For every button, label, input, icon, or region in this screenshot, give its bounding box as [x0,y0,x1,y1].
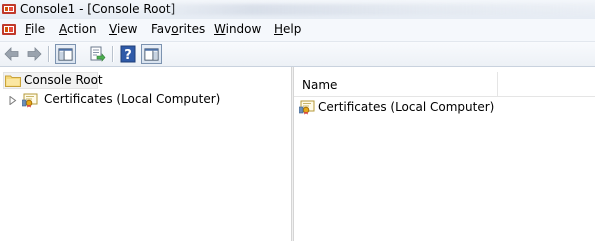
toolbar-separator [112,46,114,62]
svg-text:?: ? [124,48,132,63]
title-bar: Console1 - [Console Root] [0,0,595,20]
list-item[interactable]: Certificates (Local Computer) [299,99,559,116]
menu-window[interactable]: Window [214,22,261,36]
list-column-header: Name [294,72,595,97]
expand-arrow-icon[interactable] [9,96,17,105]
column-divider[interactable] [497,72,498,96]
tree-item-console-root[interactable]: Console Root [3,72,103,89]
show-hide-action-pane-icon [144,48,159,61]
back-icon[interactable] [3,45,21,63]
blurred-title-region [168,4,595,15]
menu-favorites[interactable]: Favorites [151,22,205,36]
certificate-icon [299,100,315,115]
tree-item-label: Console Root [24,73,103,87]
tree-item-label: Certificates (Local Computer) [44,92,221,106]
system-menu-icon[interactable] [2,23,16,36]
console-tree-pane: Console Root Certificates (Local Compute… [0,67,291,241]
forward-icon[interactable] [25,45,43,63]
tree-item-certificates[interactable]: Certificates (Local Computer) [8,92,268,109]
menu-file[interactable]: File [25,22,45,36]
mmc-console-icon [2,4,16,14]
menu-help[interactable]: Help [274,22,301,36]
export-list-icon[interactable] [88,45,106,63]
show-hide-action-pane-button[interactable] [141,44,162,64]
column-header-name[interactable]: Name [302,78,337,92]
window-title: Console1 - [Console Root] [20,2,176,16]
toolbar: ? [0,42,595,67]
results-pane: Name Certificates (Local Computer) [294,67,595,241]
folder-icon [5,75,21,87]
menu-action[interactable]: Action [59,22,97,36]
toolbar-separator [48,46,50,62]
menu-view[interactable]: View [109,22,137,36]
menu-bar: File Action View Favorites Window Help [0,19,595,42]
show-hide-console-tree-icon [58,48,73,61]
show-hide-console-tree-button[interactable] [55,44,76,64]
help-icon[interactable]: ? [119,45,137,63]
list-item-label: Certificates (Local Computer) [318,100,495,114]
certificate-icon [22,93,38,108]
